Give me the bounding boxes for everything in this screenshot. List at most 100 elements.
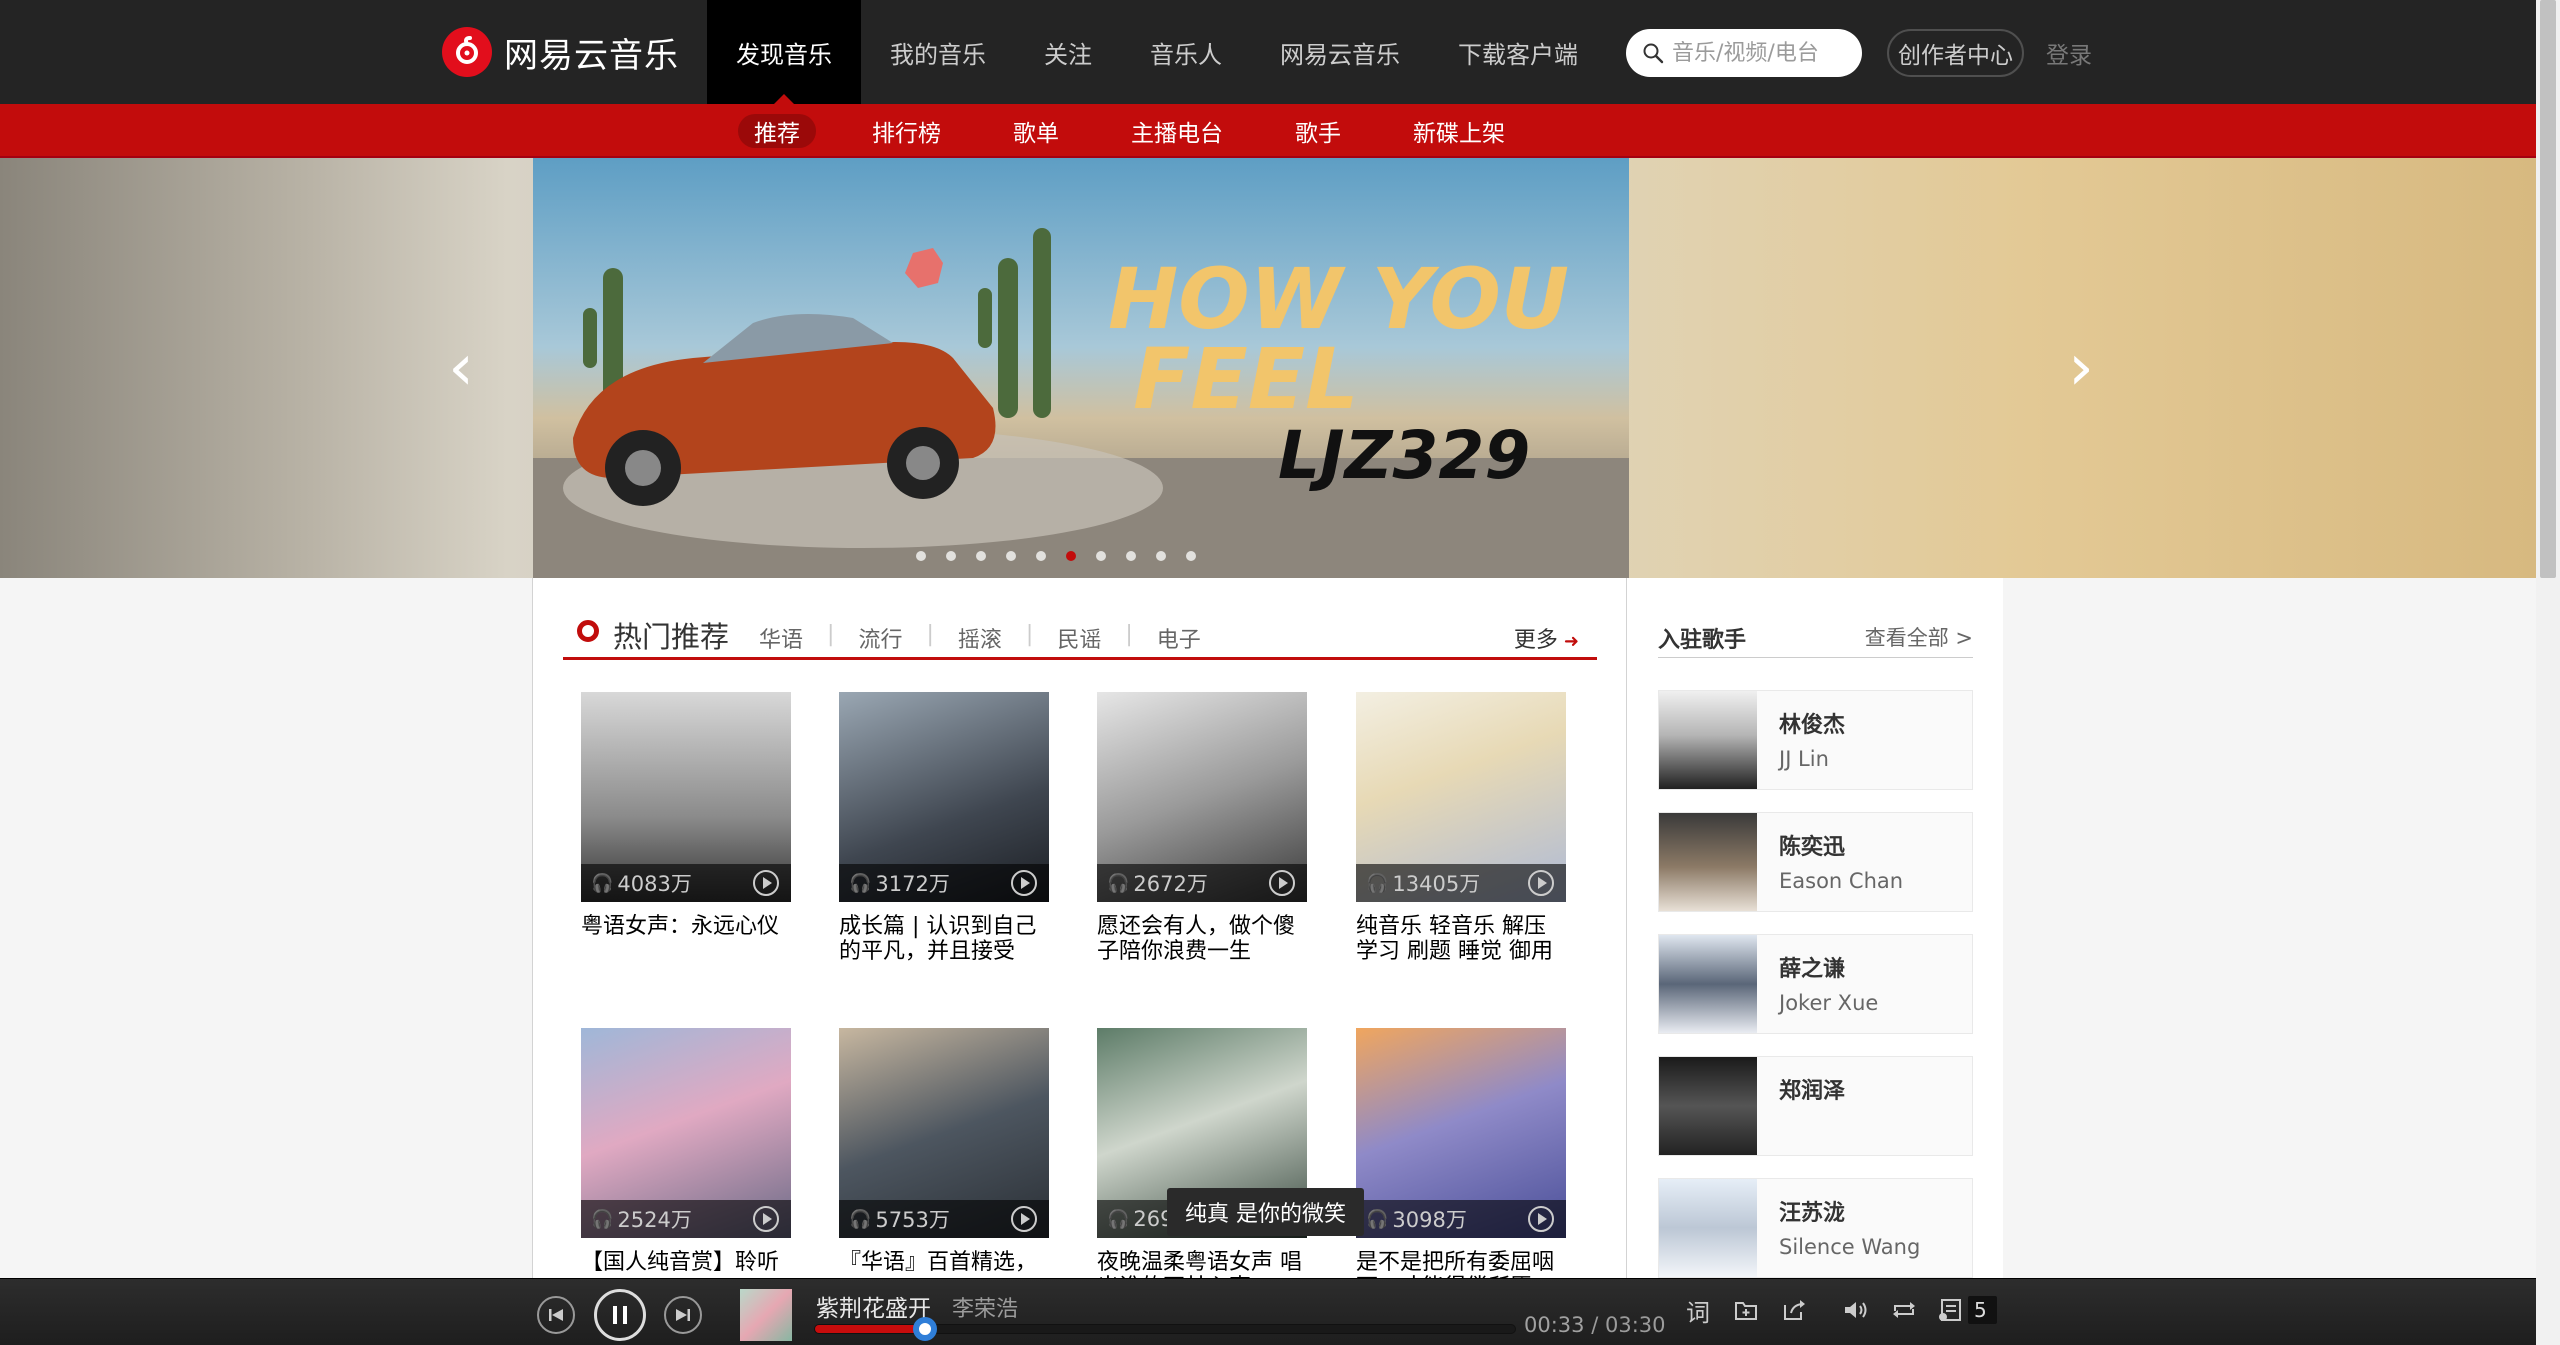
playlist-title[interactable]: 『华语』百首精选， — [839, 1250, 1049, 1275]
singer-card[interactable]: 林俊杰 JJ Lin — [1658, 690, 1973, 790]
section-title[interactable]: 热门推荐 — [613, 614, 729, 656]
genre-tag[interactable]: 华语 — [759, 622, 803, 654]
singer-avatar[interactable] — [1659, 813, 1757, 911]
playlist-cover[interactable]: 🎧 3172万 — [839, 692, 1049, 902]
banner-dot[interactable] — [1126, 551, 1136, 561]
playlist-title[interactable]: 成长篇 | 认识到自己的平凡，并且接受 — [839, 914, 1049, 964]
singer-avatar[interactable] — [1659, 1057, 1757, 1155]
artist-name[interactable]: 李荣浩 — [952, 1291, 1018, 1323]
subnav-item-5[interactable]: 新碟上架 — [1397, 114, 1521, 148]
playlist-card[interactable]: 🎧 3172万成长篇 | 认识到自己的平凡，并且接受 — [839, 692, 1049, 964]
nav-item-0[interactable]: 发现音乐 — [707, 0, 861, 104]
genre-tag[interactable]: 电子 — [1157, 622, 1201, 654]
playlist-title[interactable]: 粤语女声：永远心仪 — [581, 914, 791, 939]
playlist-cover[interactable]: 🎧 4083万 — [581, 692, 791, 902]
playlist-cover[interactable]: 🎧 5753万 — [839, 1028, 1049, 1238]
banner-dot[interactable] — [1036, 551, 1046, 561]
playlist-cover[interactable]: 🎧 2672万 — [1097, 692, 1307, 902]
banner-dot[interactable] — [1066, 551, 1076, 561]
playlist-card[interactable]: 🎧 5753万『华语』百首精选， — [839, 1028, 1049, 1275]
singer-card[interactable]: 陈奕迅 Eason Chan — [1658, 812, 1973, 912]
genre-tag[interactable]: 摇滚 — [958, 622, 1002, 654]
singer-name[interactable]: 林俊杰 — [1779, 707, 1845, 739]
subnav-item-4[interactable]: 歌手 — [1279, 114, 1357, 148]
playlist-card[interactable]: 🎧 2524万【国人纯音赏】聆听 — [581, 1028, 791, 1275]
subnav-item-0[interactable]: 推荐 — [738, 114, 816, 148]
play-icon[interactable] — [1011, 1206, 1037, 1232]
play-icon[interactable] — [753, 1206, 779, 1232]
progress-track[interactable] — [814, 1317, 1516, 1341]
repeat-icon[interactable] — [1890, 1293, 1918, 1327]
playlist-button[interactable]: 5 — [1938, 1296, 1997, 1324]
share-icon[interactable] — [1780, 1293, 1808, 1327]
content-area: 热门推荐 华语 | 流行 | 摇滚 | 民谣 | 电子 更多 ➜ 🎧 4083万 粤语女声：永远心仪 🎧… — [532, 578, 2003, 1300]
playlist-card[interactable]: 🎧3098万是不是把所有委屈咽下，才能得偿所愿 — [1356, 1028, 1566, 1300]
nav-item-3[interactable]: 音乐人 — [1121, 0, 1251, 104]
subnav-item-1[interactable]: 排行榜 — [856, 114, 957, 148]
brand-logo[interactable]: 网易云音乐 — [442, 26, 679, 78]
banner-image[interactable]: HOW YOU FEEL LJZ329 — [533, 158, 1629, 578]
singer-avatar[interactable] — [1659, 935, 1757, 1033]
nav-item-4[interactable]: 网易云音乐 — [1251, 0, 1429, 104]
album-cover[interactable] — [740, 1289, 792, 1341]
play-icon[interactable] — [1011, 870, 1037, 896]
play-icon[interactable] — [1528, 1206, 1554, 1232]
playlist-cover[interactable]: 🎧 13405万 — [1356, 692, 1566, 902]
banner-dot[interactable] — [1156, 551, 1166, 561]
search-box[interactable] — [1626, 29, 1862, 77]
banner-dot[interactable] — [946, 551, 956, 561]
subnav-item-2[interactable]: 歌单 — [997, 114, 1075, 148]
banner-dot[interactable] — [976, 551, 986, 561]
next-track-button[interactable] — [664, 1296, 702, 1334]
banner-dot[interactable] — [1096, 551, 1106, 561]
more-link[interactable]: 更多 ➜ — [1514, 622, 1579, 654]
playlist-cover[interactable]: 🎧 2524万 — [581, 1028, 791, 1238]
playlist-card[interactable]: 🎧 13405万纯音乐 轻音乐 解压 学习 刷题 睡觉 御用 — [1356, 692, 1566, 964]
previous-track-button[interactable] — [537, 1296, 575, 1334]
pause-button[interactable] — [594, 1289, 646, 1341]
nav-item-5[interactable]: 下载客户端 — [1429, 0, 1607, 104]
banner-prev-arrow[interactable]: ‹ — [441, 336, 481, 400]
singer-card[interactable]: 郑润泽 — [1658, 1056, 1973, 1156]
scrollbar-thumb[interactable] — [2540, 0, 2556, 578]
nav-item-2[interactable]: 关注 — [1015, 0, 1121, 104]
banner-dot[interactable] — [1186, 551, 1196, 561]
volume-icon[interactable] — [1842, 1293, 1870, 1327]
page-scrollbar[interactable] — [2536, 0, 2560, 1345]
playlist-card[interactable]: 🎧269夜晚温柔粤语女声 唱出谁的不甘心事 — [1097, 1028, 1307, 1300]
progress-handle[interactable] — [912, 1317, 937, 1341]
singer-name[interactable]: 郑润泽 — [1779, 1073, 1845, 1105]
singer-card[interactable]: 薛之谦 Joker Xue — [1658, 934, 1973, 1034]
singer-avatar[interactable] — [1659, 691, 1757, 789]
banner-next-arrow[interactable]: › — [2061, 336, 2101, 400]
playlist-title[interactable]: 【国人纯音赏】聆听 — [581, 1250, 791, 1275]
playlist-title[interactable]: 愿还会有人，做个傻子陪你浪费一生 — [1097, 914, 1307, 964]
banner-dot[interactable] — [916, 551, 926, 561]
add-folder-icon[interactable] — [1732, 1293, 1760, 1327]
lyrics-button[interactable]: 词 — [1684, 1293, 1712, 1327]
singer-name[interactable]: 陈奕迅 — [1779, 829, 1845, 861]
song-title[interactable]: 紫荆花盛开 — [816, 1289, 931, 1323]
singer-card[interactable]: 汪苏泷 Silence Wang — [1658, 1178, 1973, 1278]
singer-avatar[interactable] — [1659, 1179, 1757, 1277]
view-all-singers-link[interactable]: 查看全部 > — [1865, 622, 1973, 652]
genre-tag[interactable]: 民谣 — [1057, 622, 1101, 654]
singer-name[interactable]: 薛之谦 — [1779, 951, 1845, 983]
hot-recommend-header: 热门推荐 华语 | 流行 | 摇滚 | 民谣 | 电子 更多 ➜ — [563, 614, 1597, 660]
playlist-cover[interactable]: 🎧 3098万 — [1356, 1028, 1566, 1238]
genre-tag[interactable]: 流行 — [858, 622, 902, 654]
singer-name[interactable]: 汪苏泷 — [1779, 1195, 1845, 1227]
login-link[interactable]: 登录 — [2046, 36, 2092, 70]
play-icon[interactable] — [1269, 870, 1295, 896]
playlist-title[interactable]: 纯音乐 轻音乐 解压 学习 刷题 睡觉 御用 — [1356, 914, 1566, 964]
playlist-card[interactable]: 🎧 2672万愿还会有人，做个傻子陪你浪费一生 — [1097, 692, 1307, 964]
playlist-card[interactable]: 🎧 4083万粤语女声：永远心仪 — [581, 692, 791, 939]
subnav-item-3[interactable]: 主播电台 — [1115, 114, 1239, 148]
nav-item-1[interactable]: 我的音乐 — [861, 0, 1015, 104]
play-icon[interactable] — [1528, 870, 1554, 896]
play-icon[interactable] — [753, 870, 779, 896]
search-input[interactable] — [1672, 40, 1852, 66]
top-nav: 发现音乐 我的音乐 关注 音乐人 网易云音乐 下载客户端 — [707, 0, 1607, 104]
banner-dot[interactable] — [1006, 551, 1016, 561]
creator-center-button[interactable]: 创作者中心 — [1887, 29, 2024, 77]
